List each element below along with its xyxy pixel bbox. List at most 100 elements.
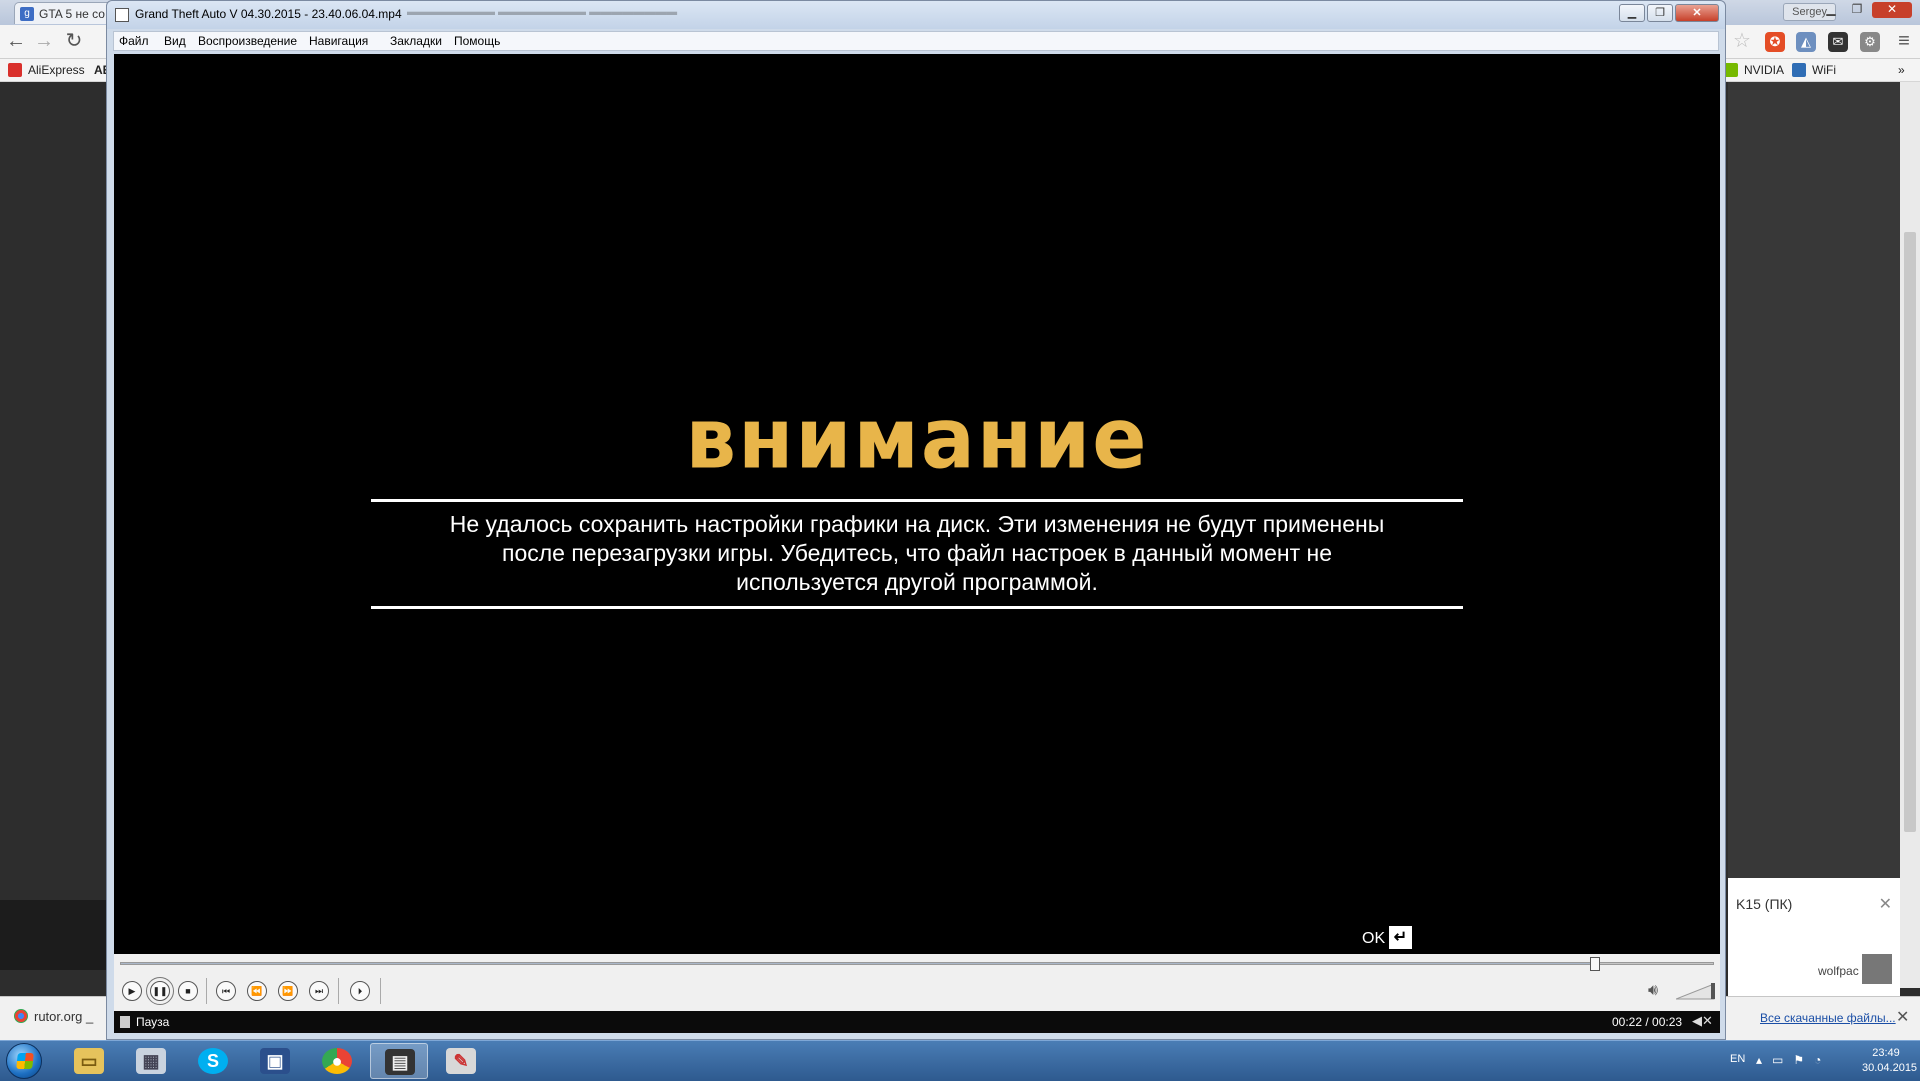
divider <box>371 499 1463 502</box>
menu-help[interactable]: Помощь <box>454 34 500 48</box>
chrome-file-icon <box>14 1009 28 1023</box>
extension-icon[interactable]: ⚙ <box>1860 32 1880 52</box>
divider <box>206 978 207 1004</box>
folder-icon: ▭ <box>74 1048 104 1074</box>
paint-palette-icon: ✎ <box>446 1048 476 1074</box>
player-maximize-icon[interactable]: ❐ <box>1647 4 1673 22</box>
menu-bookmarks[interactable]: Закладки <box>390 34 442 48</box>
player-titlebar[interactable]: Grand Theft Auto V 04.30.2015 - 23.40.06… <box>107 1 1725 29</box>
seek-bar-thumb[interactable] <box>1590 957 1601 971</box>
floppy-disk-icon: ▣ <box>260 1048 290 1074</box>
skype-icon: S <box>198 1048 228 1074</box>
player-app-icon[interactable] <box>115 8 129 22</box>
show-all-downloads-link[interactable]: Все скачанные файлы... <box>1744 1011 1896 1025</box>
browser-maximize-icon[interactable]: ❐ <box>1846 2 1868 18</box>
browser-minimize-icon[interactable]: ▁ <box>1820 2 1842 18</box>
divider <box>380 978 381 1004</box>
background-tabs-ghost: ▬▬▬▬▬▬▬▬ ▬▬▬▬▬▬▬▬ ▬▬▬▬▬▬▬▬ <box>407 6 678 18</box>
nvidia-icon <box>1724 63 1738 77</box>
mail-extension-icon[interactable]: ✉ <box>1828 32 1848 52</box>
frame-step-button[interactable]: ⏵ <box>350 981 370 1001</box>
clock-time: 23:49 <box>1872 1047 1900 1059</box>
alert-message-line: Не удалось сохранить настройки графики н… <box>449 511 1385 537</box>
aliexpress-icon <box>8 63 22 77</box>
alert-message-line: после перезагрузки игры. Убедитесь, что … <box>501 540 1332 566</box>
player-minimize-icon[interactable]: ▁ <box>1619 4 1645 22</box>
play-button[interactable]: ▶ <box>122 981 142 1001</box>
page-scrollbar[interactable] <box>1900 82 1920 988</box>
menu-navigation[interactable]: Навигация <box>309 34 368 48</box>
avatar[interactable] <box>1862 954 1892 984</box>
browser-tab[interactable]: g GTA 5 не со <box>14 2 114 24</box>
player-menubar: Файл Вид Воспроизведение Навигация Закла… <box>113 31 1719 51</box>
back-arrow-icon[interactable]: ← <box>4 29 28 53</box>
browser-close-icon[interactable]: ✕ <box>1872 2 1912 18</box>
seek-bar[interactable] <box>120 957 1714 971</box>
menu-file[interactable]: Файл <box>119 34 149 48</box>
bookmark-wifi[interactable]: WiFi <box>1792 62 1836 78</box>
calculator-icon: ▦ <box>136 1048 166 1074</box>
volume-slider[interactable] <box>1676 982 1716 1000</box>
clapperboard-icon: ▤ <box>385 1049 415 1075</box>
notification-card: K15 (ПК) ✕ wolfpac <box>1728 878 1900 996</box>
bookmarks-overflow-icon[interactable]: » <box>1898 62 1905 78</box>
windows-taskbar: ▭ ▦ S ▣ ● ▤ ✎ EN ▴▭⚑◔ 23:49 30.04.2015 <box>0 1040 1920 1081</box>
taskbar-app-explorer[interactable]: ▭ <box>60 1043 118 1079</box>
start-button[interactable] <box>6 1043 42 1079</box>
page-scrollbar-thumb[interactable] <box>1904 232 1916 832</box>
close-icon[interactable]: ✕ <box>1896 1007 1909 1027</box>
close-icon[interactable]: ✕ <box>1879 894 1892 914</box>
notification-card-text: K15 (ПК) <box>1736 896 1793 912</box>
taskbar-app-paint[interactable]: ✎ <box>432 1043 490 1079</box>
volume-icon[interactable]: 🔊︎ <box>1648 982 1658 1000</box>
taskbar-app-calculator[interactable]: ▦ <box>122 1043 180 1079</box>
extension-icon[interactable]: ✪ <box>1765 32 1785 52</box>
previous-button[interactable]: ⏮ <box>216 981 236 1001</box>
menu-view[interactable]: Вид <box>164 34 186 48</box>
player-window-title: Grand Theft Auto V 04.30.2015 - 23.40.06… <box>135 7 402 21</box>
clock-date: 30.04.2015 <box>1862 1062 1918 1074</box>
bookmark-label: AliExpress <box>28 63 85 77</box>
taskbar-app-save[interactable]: ▣ <box>246 1043 304 1079</box>
menu-playback[interactable]: Воспроизведение <box>198 34 297 48</box>
divider <box>371 606 1463 609</box>
google-favicon-icon: g <box>20 7 34 21</box>
taskbar-app-skype[interactable]: S <box>184 1043 242 1079</box>
notification-card-user[interactable]: wolfpac <box>1818 964 1859 978</box>
bookmark-nvidia[interactable]: NVIDIA <box>1724 62 1784 78</box>
bookmark-label: NVIDIA <box>1744 63 1785 77</box>
alert-message: Не удалось сохранить настройки графики н… <box>414 510 1420 597</box>
next-button[interactable]: ⏭ <box>309 981 329 1001</box>
taskbar-clock[interactable]: 23:49 30.04.2015 <box>1862 1046 1918 1076</box>
file-icon <box>120 1016 130 1028</box>
forward-arrow-icon[interactable]: → <box>32 29 56 53</box>
playback-state: Пауза <box>136 1015 170 1029</box>
bookmark-aliexpress[interactable]: AliExpress <box>8 62 85 78</box>
rewind-button[interactable]: ⏪ <box>247 981 267 1001</box>
system-tray-icons[interactable]: ▴▭⚑◔ <box>1756 1053 1831 1067</box>
player-statusbar: Пауза 00:22 / 00:23 ◀✕ <box>114 1011 1720 1033</box>
page-right-panel <box>1728 82 1920 882</box>
reload-icon[interactable]: ↻ <box>62 29 86 53</box>
fast-forward-button[interactable]: ⏩ <box>278 981 298 1001</box>
keyboard-language[interactable]: EN <box>1730 1053 1745 1065</box>
enter-key-icon: ↵ <box>1389 926 1412 949</box>
media-player-window: Grand Theft Auto V 04.30.2015 - 23.40.06… <box>106 0 1726 1040</box>
stop-button[interactable]: ■ <box>178 981 198 1001</box>
bookmark-star-icon[interactable]: ☆ <box>1730 29 1754 53</box>
download-item[interactable]: rutor.org _ <box>14 1009 93 1024</box>
bookmark-label: WiFi <box>1812 63 1836 77</box>
browser-menu-icon[interactable]: ≡ <box>1892 29 1916 53</box>
wifi-icon <box>1792 63 1806 77</box>
windows-logo-icon <box>16 1053 34 1069</box>
audio-muted-icon[interactable]: ◀✕ <box>1692 1013 1713 1029</box>
player-close-icon[interactable]: ✕ <box>1675 4 1719 22</box>
video-display[interactable]: внимание Не удалось сохранить настройки … <box>114 54 1720 954</box>
playback-controls: ▶ ❚❚ ■ ⏮ ⏪ ⏩ ⏭ ⏵ 🔊︎ <box>114 954 1720 1011</box>
divider <box>338 978 339 1004</box>
extension-icon[interactable]: ◭ <box>1796 32 1816 52</box>
taskbar-app-media-player[interactable]: ▤ <box>370 1043 428 1079</box>
pause-button[interactable]: ❚❚ <box>146 977 174 1005</box>
taskbar-app-chrome[interactable]: ● <box>308 1043 366 1079</box>
browser-tab-title: GTA 5 не со <box>39 7 105 21</box>
